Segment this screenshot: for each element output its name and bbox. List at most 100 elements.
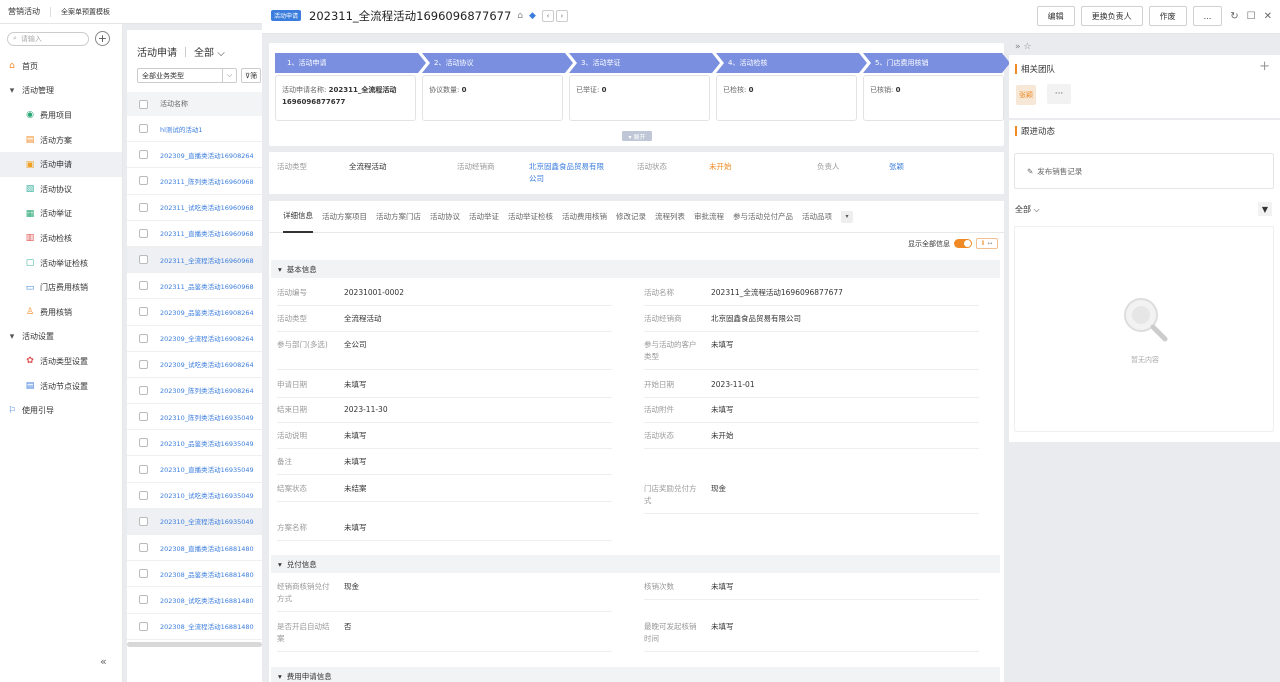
- scope-dropdown[interactable]: 全部 ⌵: [194, 44, 225, 59]
- list-item[interactable]: 202309_全流程活动16908264: [127, 326, 262, 352]
- list-item[interactable]: 202308_直播类活动16881480: [127, 535, 262, 562]
- row-checkbox[interactable]: [139, 569, 148, 579]
- row-checkbox[interactable]: [139, 359, 148, 369]
- row-link[interactable]: 202309_试吃类活动16908264: [160, 359, 254, 369]
- tab[interactable]: 活动方案门店: [376, 201, 421, 233]
- row-link[interactable]: 202309_陈列类活动16908264: [160, 385, 254, 395]
- row-link[interactable]: 202310_试吃类活动16935049: [160, 490, 254, 500]
- edit-button[interactable]: 编辑: [1036, 6, 1075, 26]
- row-checkbox[interactable]: [139, 464, 148, 474]
- refresh-icon[interactable]: ↻: [1230, 11, 1238, 22]
- row-link[interactable]: 202310_品鉴类活动16935049: [160, 438, 254, 448]
- summary-owner-link[interactable]: 张颖: [889, 161, 904, 173]
- row-checkbox[interactable]: [139, 516, 148, 526]
- sidebar-item[interactable]: ▾ 活动设置: [0, 325, 122, 350]
- row-link[interactable]: 202311_陈列类活动16960968: [160, 176, 254, 186]
- add-member-icon[interactable]: +: [1259, 59, 1270, 74]
- horizontal-scrollbar[interactable]: [127, 642, 262, 647]
- stage-step[interactable]: 3、活动举证: [569, 53, 720, 73]
- list-item[interactable]: 202310_直播类活动16935049: [127, 456, 262, 483]
- tab[interactable]: 审批流程: [694, 201, 724, 233]
- stage-step[interactable]: 4、活动检核: [716, 53, 867, 73]
- more-members-button[interactable]: ···: [1047, 84, 1071, 104]
- add-button[interactable]: +: [95, 31, 110, 46]
- row-checkbox[interactable]: [139, 124, 148, 134]
- sidebar-item[interactable]: ▭ 门店费用核销: [0, 275, 122, 300]
- tab[interactable]: 流程列表: [655, 201, 685, 233]
- row-link[interactable]: 202309_直播类活动16908264: [160, 150, 254, 160]
- sidebar-item[interactable]: ▢ 活动举证检核: [0, 251, 122, 276]
- lock-icon[interactable]: ⌂: [517, 11, 523, 21]
- stage-step[interactable]: 5、门店费用核销: [863, 53, 1010, 73]
- row-link[interactable]: 202308_全流程活动16881480: [160, 621, 254, 631]
- row-link[interactable]: 202308_试吃类活动16881480: [160, 595, 254, 605]
- row-link[interactable]: 202311_全流程活动16960968: [160, 255, 254, 265]
- close-icon[interactable]: ✕: [1264, 11, 1272, 22]
- tag-icon[interactable]: ◆: [529, 11, 536, 21]
- list-item[interactable]: 202309_品鉴类活动16908264: [127, 299, 262, 326]
- row-checkbox[interactable]: [139, 490, 148, 500]
- list-item[interactable]: 202308_全流程活动16881480: [127, 614, 262, 640]
- template-name[interactable]: 全案单预置模板: [61, 7, 110, 17]
- row-link[interactable]: 202311_品鉴类活动16960968: [160, 281, 254, 291]
- list-item[interactable]: hl测试的活动1: [127, 116, 262, 143]
- row-checkbox[interactable]: [139, 281, 148, 291]
- list-item[interactable]: 202311_品鉴类活动16960968: [127, 273, 262, 300]
- section-payment-info[interactable]: ▾ 兑付信息: [271, 555, 1000, 573]
- sidebar-item[interactable]: ⚐ 使用引导: [0, 398, 122, 423]
- sidebar-item[interactable]: ▤ 活动节点设置: [0, 374, 122, 399]
- show-all-toggle[interactable]: [954, 239, 972, 248]
- list-item[interactable]: 202310_品鉴类活动16935049: [127, 430, 262, 457]
- list-item[interactable]: 202311_全流程活动16960968: [127, 246, 262, 274]
- row-checkbox[interactable]: [139, 595, 148, 605]
- sidebar-item[interactable]: ▥ 活动检核: [0, 226, 122, 251]
- row-checkbox[interactable]: [139, 438, 148, 448]
- row-checkbox[interactable]: [139, 333, 148, 343]
- fullscreen-icon[interactable]: ☐: [1247, 11, 1256, 22]
- row-link[interactable]: 202310_直播类活动16935049: [160, 464, 254, 474]
- list-item[interactable]: 202309_试吃类活动16908264: [127, 352, 262, 378]
- tab[interactable]: 活动方案项目: [322, 201, 367, 233]
- sidebar-item[interactable]: ⌂ 首页: [0, 54, 122, 79]
- tab[interactable]: 活动举证检核: [508, 201, 553, 233]
- section-basic-info[interactable]: ▾ 基本信息: [271, 260, 1000, 278]
- select-all-checkbox[interactable]: [139, 99, 148, 109]
- tab[interactable]: 活动费用核销: [562, 201, 607, 233]
- list-item[interactable]: 202311_试吃类活动16960968: [127, 195, 262, 221]
- avatar[interactable]: 张颖: [1016, 85, 1036, 105]
- sidebar-item[interactable]: ▣ 活动申请: [0, 152, 122, 177]
- collapse-sidebar-icon[interactable]: «: [100, 655, 107, 668]
- change-owner-button[interactable]: 更换负责人: [1080, 6, 1143, 26]
- list-item[interactable]: 202310_全流程活动16935049: [127, 508, 262, 535]
- summary-dealer-link[interactable]: 北京固鑫食品贸易有限公司: [529, 161, 611, 185]
- row-checkbox[interactable]: [139, 176, 148, 186]
- list-item[interactable]: 202310_试吃类活动16935049: [127, 483, 262, 509]
- row-link[interactable]: 202310_全流程活动16935049: [160, 516, 254, 526]
- list-item[interactable]: 202311_陈列类活动16960968: [127, 168, 262, 195]
- list-item[interactable]: 202310_陈列类活动16935049: [127, 404, 262, 431]
- list-item[interactable]: 202308_品鉴类活动16881480: [127, 561, 262, 588]
- row-link[interactable]: 202308_直播类活动16881480: [160, 543, 254, 553]
- row-checkbox[interactable]: [139, 255, 148, 265]
- list-item[interactable]: 202309_直播类活动16908264: [127, 142, 262, 169]
- row-checkbox[interactable]: [139, 621, 148, 631]
- sidebar-item[interactable]: ✿ 活动类型设置: [0, 349, 122, 374]
- tab[interactable]: 活动协议: [430, 201, 460, 233]
- row-checkbox[interactable]: [139, 307, 148, 317]
- tab[interactable]: 参与活动兑付产品: [733, 201, 793, 233]
- tab[interactable]: 活动举证: [469, 201, 499, 233]
- stage-step[interactable]: 1、活动申请: [275, 53, 426, 73]
- business-type-select[interactable]: 全部业务类型 ⌵: [137, 68, 237, 83]
- row-checkbox[interactable]: [139, 228, 148, 238]
- post-sales-record-button[interactable]: ✎ 发布销售记录: [1014, 153, 1274, 189]
- sidebar-item[interactable]: ▧ 活动协议: [0, 177, 122, 202]
- row-link[interactable]: 202309_品鉴类活动16908264: [160, 307, 254, 317]
- expand-button[interactable]: ▾ 展开: [622, 131, 652, 141]
- search-input[interactable]: ⌕ 请输入: [7, 31, 89, 46]
- row-checkbox[interactable]: [139, 543, 148, 553]
- more-button[interactable]: ...: [1192, 6, 1223, 26]
- next-record-button[interactable]: ›: [555, 10, 568, 22]
- row-link[interactable]: 202310_陈列类活动16935049: [160, 412, 254, 422]
- row-link[interactable]: 202311_直播类活动16960968: [160, 228, 254, 238]
- section-fee-info[interactable]: ▾ 费用申请信息: [271, 667, 1000, 682]
